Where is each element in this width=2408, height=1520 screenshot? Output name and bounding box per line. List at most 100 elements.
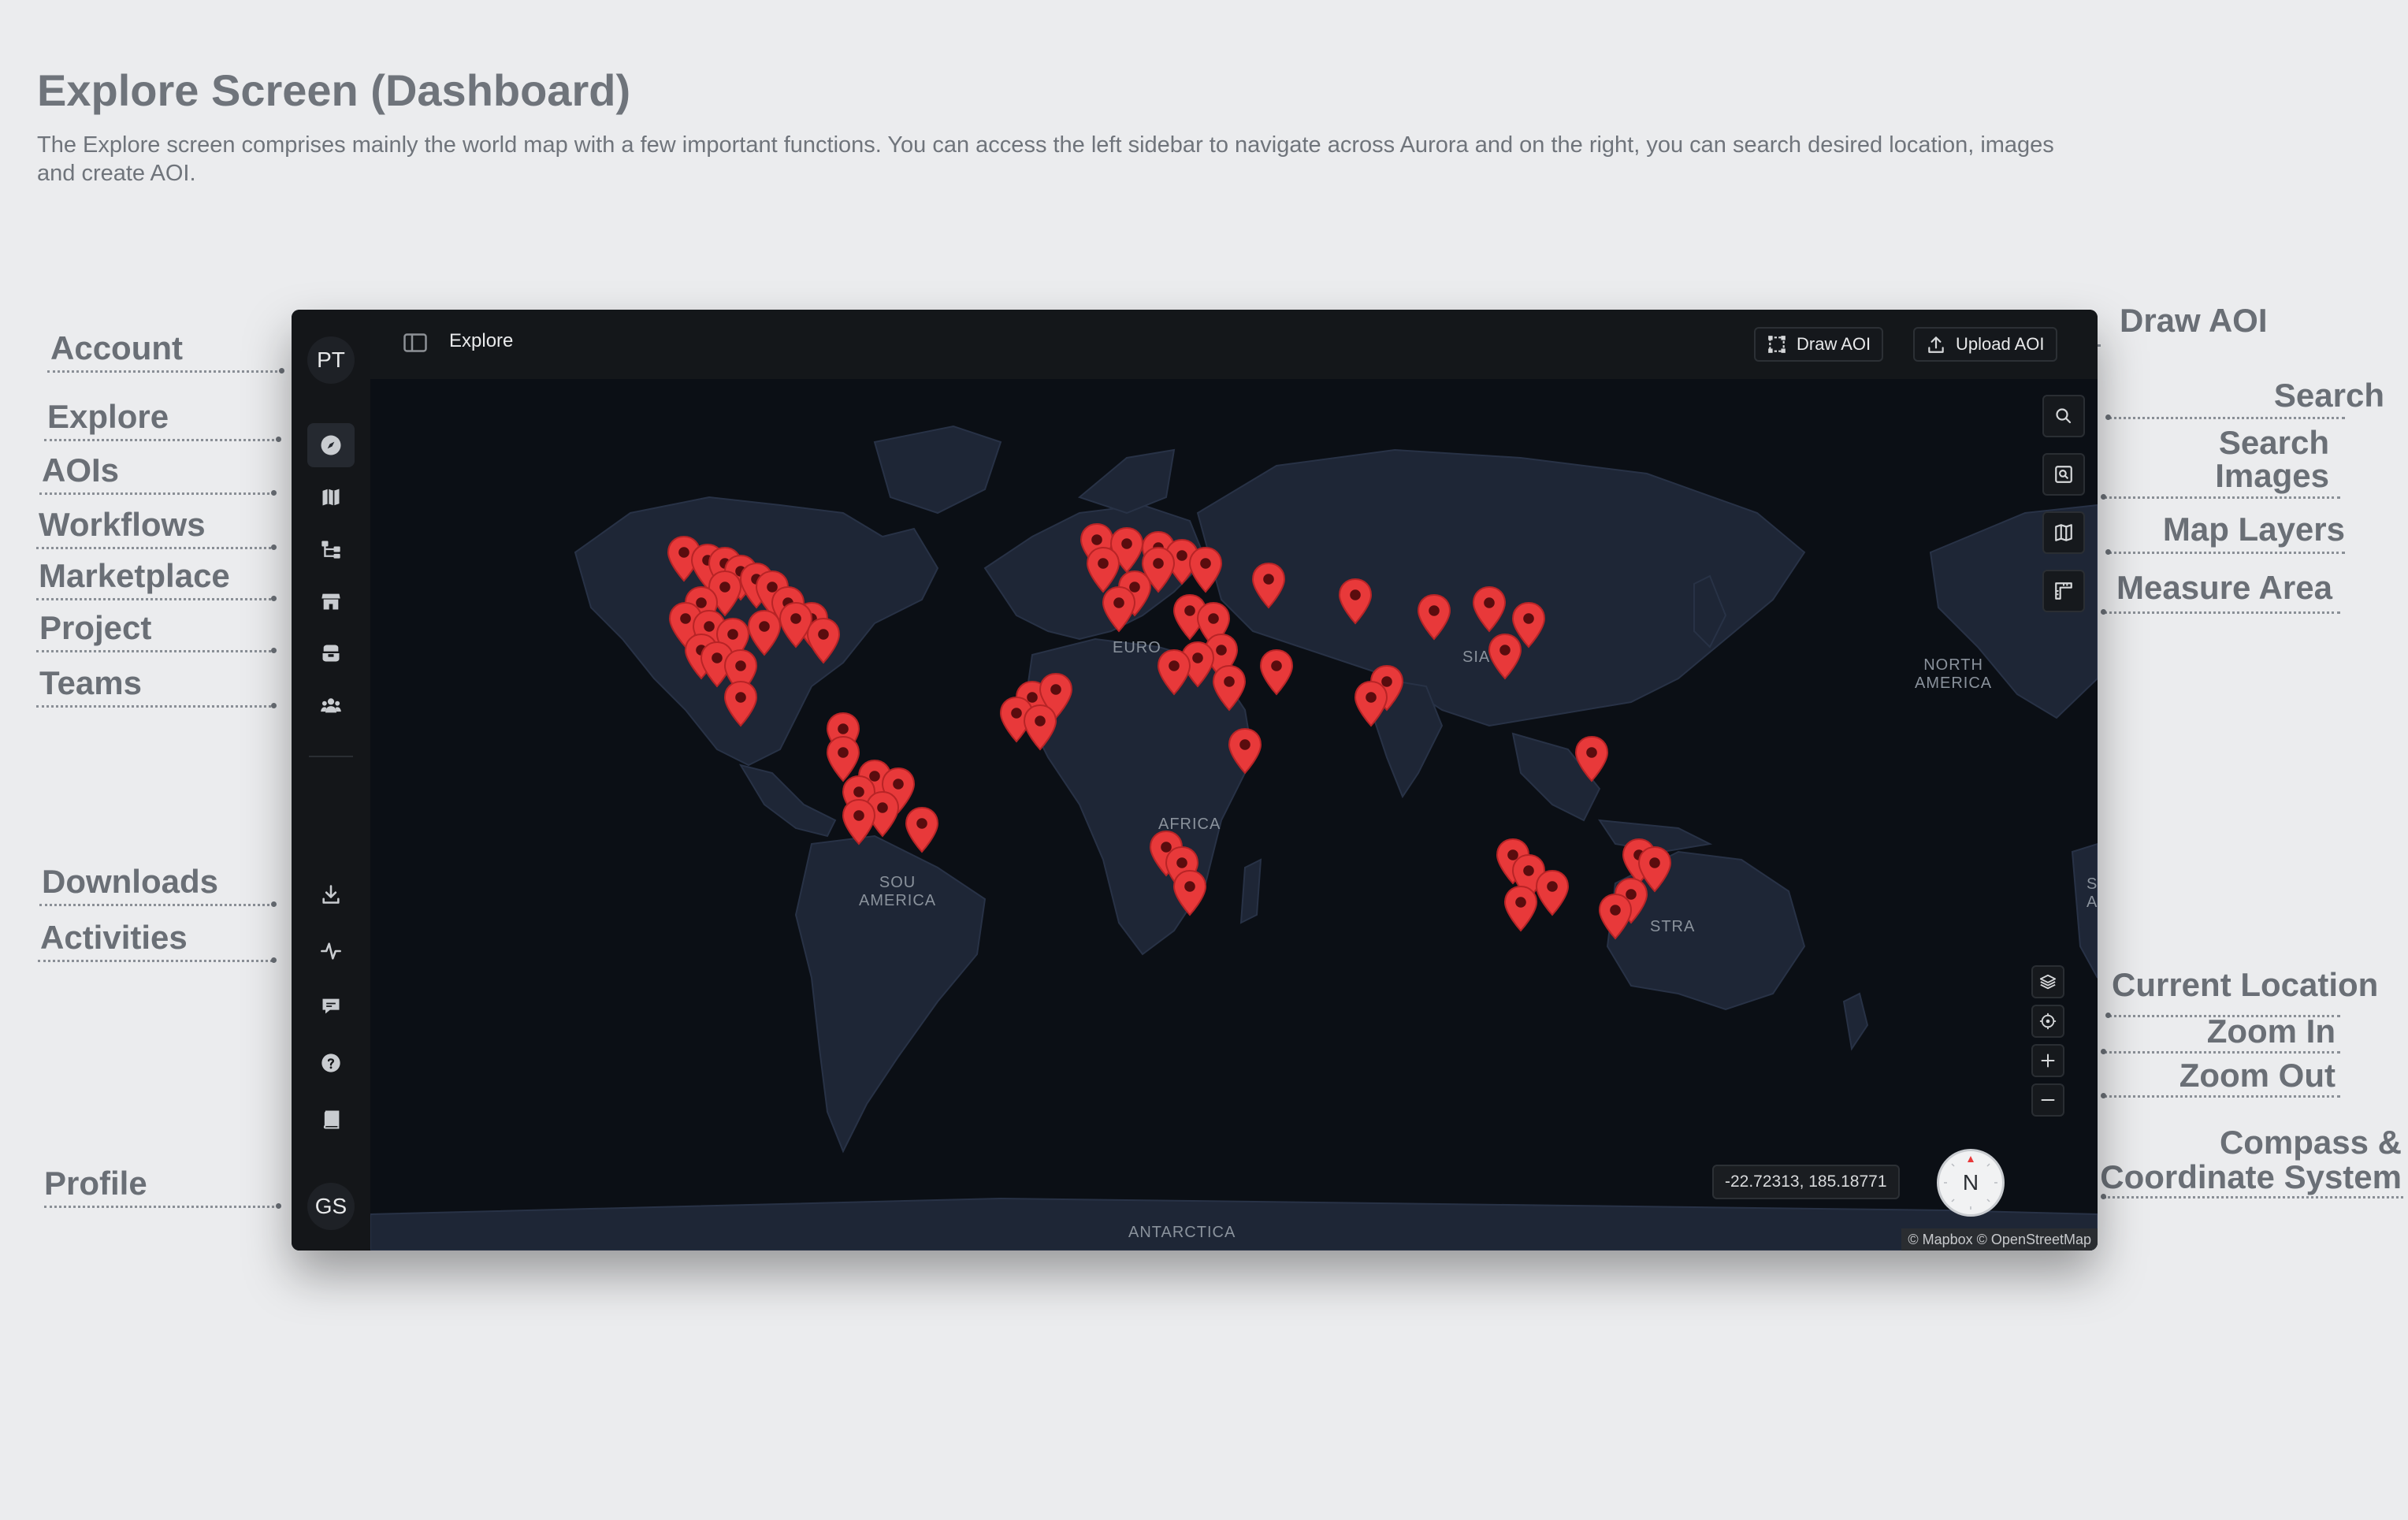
nav-aois[interactable] — [307, 475, 355, 519]
callout-activities-leader — [38, 960, 273, 962]
sidebar-divider — [309, 756, 353, 757]
search-button[interactable] — [2042, 395, 2085, 437]
map-label-antarctica: ANTARCTICA — [1128, 1224, 1236, 1241]
nav-docs[interactable] — [307, 1098, 355, 1142]
callout-compass-line1: Compass & — [2219, 1124, 2402, 1161]
map-pin-icon[interactable] — [1187, 546, 1224, 593]
map-pin-icon[interactable] — [1155, 649, 1193, 696]
team-icon — [321, 698, 341, 713]
map-pin-icon[interactable] — [1352, 680, 1390, 727]
callout-marketplace: Marketplace — [39, 557, 230, 594]
map-pin-icon[interactable] — [1502, 885, 1540, 932]
callout-teams: Teams — [39, 664, 142, 701]
callout-account: Account — [50, 329, 183, 366]
map-pin-icon[interactable] — [1258, 649, 1295, 696]
map-attribution[interactable]: © Mapbox © OpenStreetMap — [1901, 1228, 2098, 1251]
world-map[interactable]: EURO SIA AFRICA SOU AMERICA STRA NORTH A… — [370, 379, 2098, 1251]
map-pin-icon[interactable] — [1486, 633, 1524, 680]
project-icon — [322, 645, 340, 662]
help-icon — [321, 1054, 340, 1072]
account-avatar[interactable]: PT — [307, 336, 355, 384]
map-pin-icon[interactable] — [903, 806, 941, 853]
upload-aoi-button[interactable]: Upload AOI — [1913, 327, 2057, 362]
map-label-australia: STRA — [1650, 918, 1696, 935]
crosshair-icon — [2039, 1013, 2057, 1030]
nav-explore[interactable] — [307, 423, 355, 467]
callout-teams-leader — [36, 705, 271, 708]
callout-compass: Compass & Coordinate System — [2096, 1125, 2402, 1195]
zoom-in-button[interactable] — [2031, 1044, 2064, 1077]
search-images-button[interactable] — [2042, 453, 2085, 496]
zoom-out-button[interactable] — [2031, 1083, 2064, 1117]
map-pin-icon[interactable] — [1470, 585, 1508, 633]
draw-aoi-button[interactable]: Draw AOI — [1754, 327, 1884, 362]
map-pin-icon[interactable] — [805, 617, 842, 664]
sidebar-toggle-icon[interactable] — [403, 333, 427, 356]
callout-measure-area-leader — [2104, 611, 2340, 614]
activity-icon — [321, 942, 341, 960]
callout-zoom-out-leader — [2104, 1095, 2340, 1098]
map-pin-icon[interactable] — [1596, 893, 1634, 940]
measure-area-button[interactable] — [2042, 570, 2085, 612]
callout-search-images-dot — [2101, 494, 2106, 500]
map-label-north-america-2: AMERICA — [1915, 675, 1993, 692]
map-pin-icon[interactable] — [1336, 578, 1374, 625]
callout-zoom-out-dot — [2101, 1093, 2106, 1098]
store-icon — [321, 593, 340, 610]
world-map-landmass — [370, 425, 2098, 1251]
left-sidebar: PT GS — [292, 310, 372, 1251]
nav-downloads[interactable] — [307, 872, 355, 916]
callout-explore: Explore — [47, 398, 169, 435]
map-layers-icon — [2055, 524, 2072, 541]
callout-workflows-dot — [271, 544, 277, 550]
callout-downloads-leader — [39, 904, 274, 906]
callout-downloads: Downloads — [42, 863, 219, 900]
callout-search-leader — [2109, 417, 2345, 419]
layers-toggle-button[interactable] — [2031, 965, 2064, 998]
map-pin-icon[interactable] — [1250, 562, 1288, 609]
nav-project[interactable] — [307, 631, 355, 675]
map-pin-icon[interactable] — [1100, 585, 1138, 633]
profile-avatar[interactable]: GS — [307, 1183, 355, 1230]
callout-map-layers-leader — [2109, 552, 2345, 554]
map-pin-icon[interactable] — [722, 680, 760, 727]
callout-draw-aoi: Draw AOI — [2120, 302, 2268, 339]
callout-compass-dot — [2101, 1194, 2106, 1199]
callout-aois-dot — [271, 490, 277, 496]
map-pin-icon[interactable] — [840, 798, 878, 845]
callout-profile-dot — [276, 1203, 281, 1209]
map-label-south-america-2: AMERICA — [859, 892, 937, 909]
callout-account-leader — [47, 370, 282, 373]
map-pin-icon[interactable] — [1415, 593, 1453, 641]
callout-zoom-out: Zoom Out — [2179, 1057, 2336, 1094]
map-layers-button[interactable] — [2042, 511, 2085, 554]
map-label-south-america-right: S AM — [2087, 875, 2098, 912]
page-title: Explore Screen (Dashboard) — [37, 65, 631, 115]
callout-search: Search — [2273, 377, 2384, 414]
nav-help[interactable] — [307, 1041, 355, 1085]
nav-activities[interactable] — [307, 929, 355, 973]
minus-icon — [2041, 1099, 2055, 1101]
map-pin-icon[interactable] — [1171, 869, 1209, 916]
callout-project-leader — [36, 650, 271, 652]
page-header-title: Explore — [449, 330, 514, 351]
map-pin-icon[interactable] — [1021, 704, 1059, 751]
callout-activities-dot — [271, 957, 277, 963]
callout-teams-dot — [271, 703, 277, 708]
map-pin-icon[interactable] — [1226, 727, 1264, 775]
callout-project-dot — [271, 648, 277, 653]
map-label-north-america-1: NORTH — [1923, 656, 1983, 674]
nav-workflows[interactable] — [307, 527, 355, 571]
callout-search-images-line2: Images — [2215, 457, 2329, 494]
callout-compass-leader — [2104, 1196, 2403, 1199]
nav-marketplace[interactable] — [307, 579, 355, 623]
compass-button[interactable]: N — [1937, 1149, 2005, 1217]
callout-search-images-leader — [2104, 496, 2340, 499]
map-pin-icon[interactable] — [1573, 735, 1611, 782]
message-icon — [322, 998, 340, 1014]
callout-compass-line2: Coordinate System — [2100, 1158, 2402, 1195]
current-location-button[interactable] — [2031, 1005, 2064, 1038]
nav-feedback[interactable] — [307, 984, 355, 1028]
nav-teams[interactable] — [307, 683, 355, 727]
map-pin-icon[interactable] — [1210, 664, 1248, 712]
